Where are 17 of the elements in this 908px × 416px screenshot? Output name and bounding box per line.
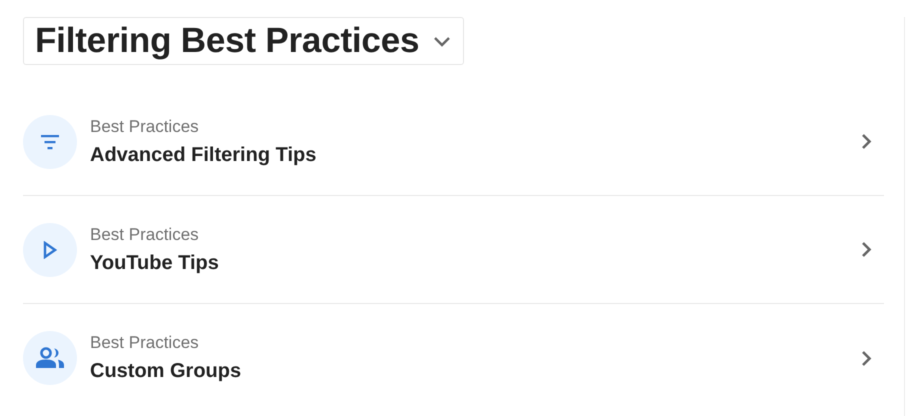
people-icon bbox=[35, 347, 65, 369]
chevron-down-icon bbox=[433, 36, 452, 46]
item-category: Best Practices bbox=[90, 116, 199, 136]
chevron-right-icon bbox=[861, 350, 872, 366]
guide-item[interactable]: Best Practices Advanced Filtering Tips bbox=[23, 88, 884, 196]
play-icon bbox=[43, 240, 57, 258]
item-category: Best Practices bbox=[90, 224, 199, 244]
guide-item[interactable]: Best Practices YouTube Tips bbox=[23, 196, 884, 304]
item-category: Best Practices bbox=[90, 333, 199, 353]
item-title: YouTube Tips bbox=[90, 252, 219, 274]
chevron-right-icon bbox=[861, 133, 872, 150]
chevron-right-icon bbox=[861, 241, 872, 258]
filter-icon bbox=[41, 134, 59, 150]
item-title: Custom Groups bbox=[90, 360, 242, 383]
title-dropdown[interactable]: Filtering Best Practices bbox=[23, 17, 464, 65]
item-title: Advanced Filtering Tips bbox=[90, 144, 316, 166]
guide-item[interactable]: Best Practices Custom Groups bbox=[23, 304, 884, 412]
